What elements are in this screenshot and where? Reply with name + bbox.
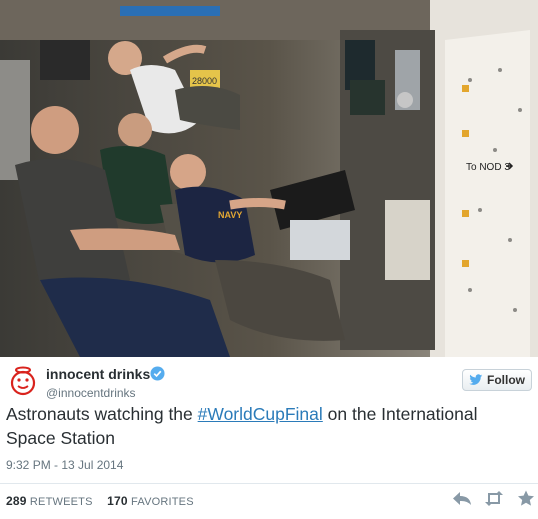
tweet-actions: [452, 490, 536, 507]
tweet-text-before: Astronauts watching the: [6, 404, 198, 424]
hashtag-link[interactable]: #WorldCupFinal: [198, 404, 323, 424]
verified-badge-icon: [150, 366, 165, 381]
divider: [0, 483, 538, 484]
retweet-icon[interactable]: [484, 490, 504, 507]
author-display-name[interactable]: innocent drinks: [46, 366, 150, 382]
author-handle[interactable]: @innocentdrinks: [46, 386, 136, 400]
favorites-label[interactable]: FAVORITES: [131, 496, 194, 508]
tweet-stats: 289 RETWEETS 170 FAVORITES: [6, 494, 194, 508]
tweet-timestamp[interactable]: 9:32 PM - 13 Jul 2014: [6, 458, 123, 472]
follow-label: Follow: [487, 373, 525, 387]
twitter-bird-icon: [469, 374, 483, 385]
retweets-count[interactable]: 289: [6, 494, 27, 508]
svg-text:NAVY: NAVY: [218, 210, 242, 220]
follow-button[interactable]: Follow: [462, 369, 532, 391]
star-icon[interactable]: [516, 490, 536, 507]
tweet-text: Astronauts watching the #WorldCupFinal o…: [6, 402, 526, 450]
tweet-photo[interactable]: To NOD 3 28000 NAVY: [0, 0, 538, 357]
photo-panel-number: 28000: [192, 76, 217, 86]
favorites-count[interactable]: 170: [107, 494, 128, 508]
reply-icon[interactable]: [452, 490, 472, 507]
innocent-logo-icon[interactable]: [8, 366, 38, 396]
retweets-label[interactable]: RETWEETS: [30, 496, 93, 508]
tweet-header: innocent drinks @innocentdrinks: [0, 357, 538, 400]
photo-sign-text: To NOD 3: [466, 162, 510, 173]
